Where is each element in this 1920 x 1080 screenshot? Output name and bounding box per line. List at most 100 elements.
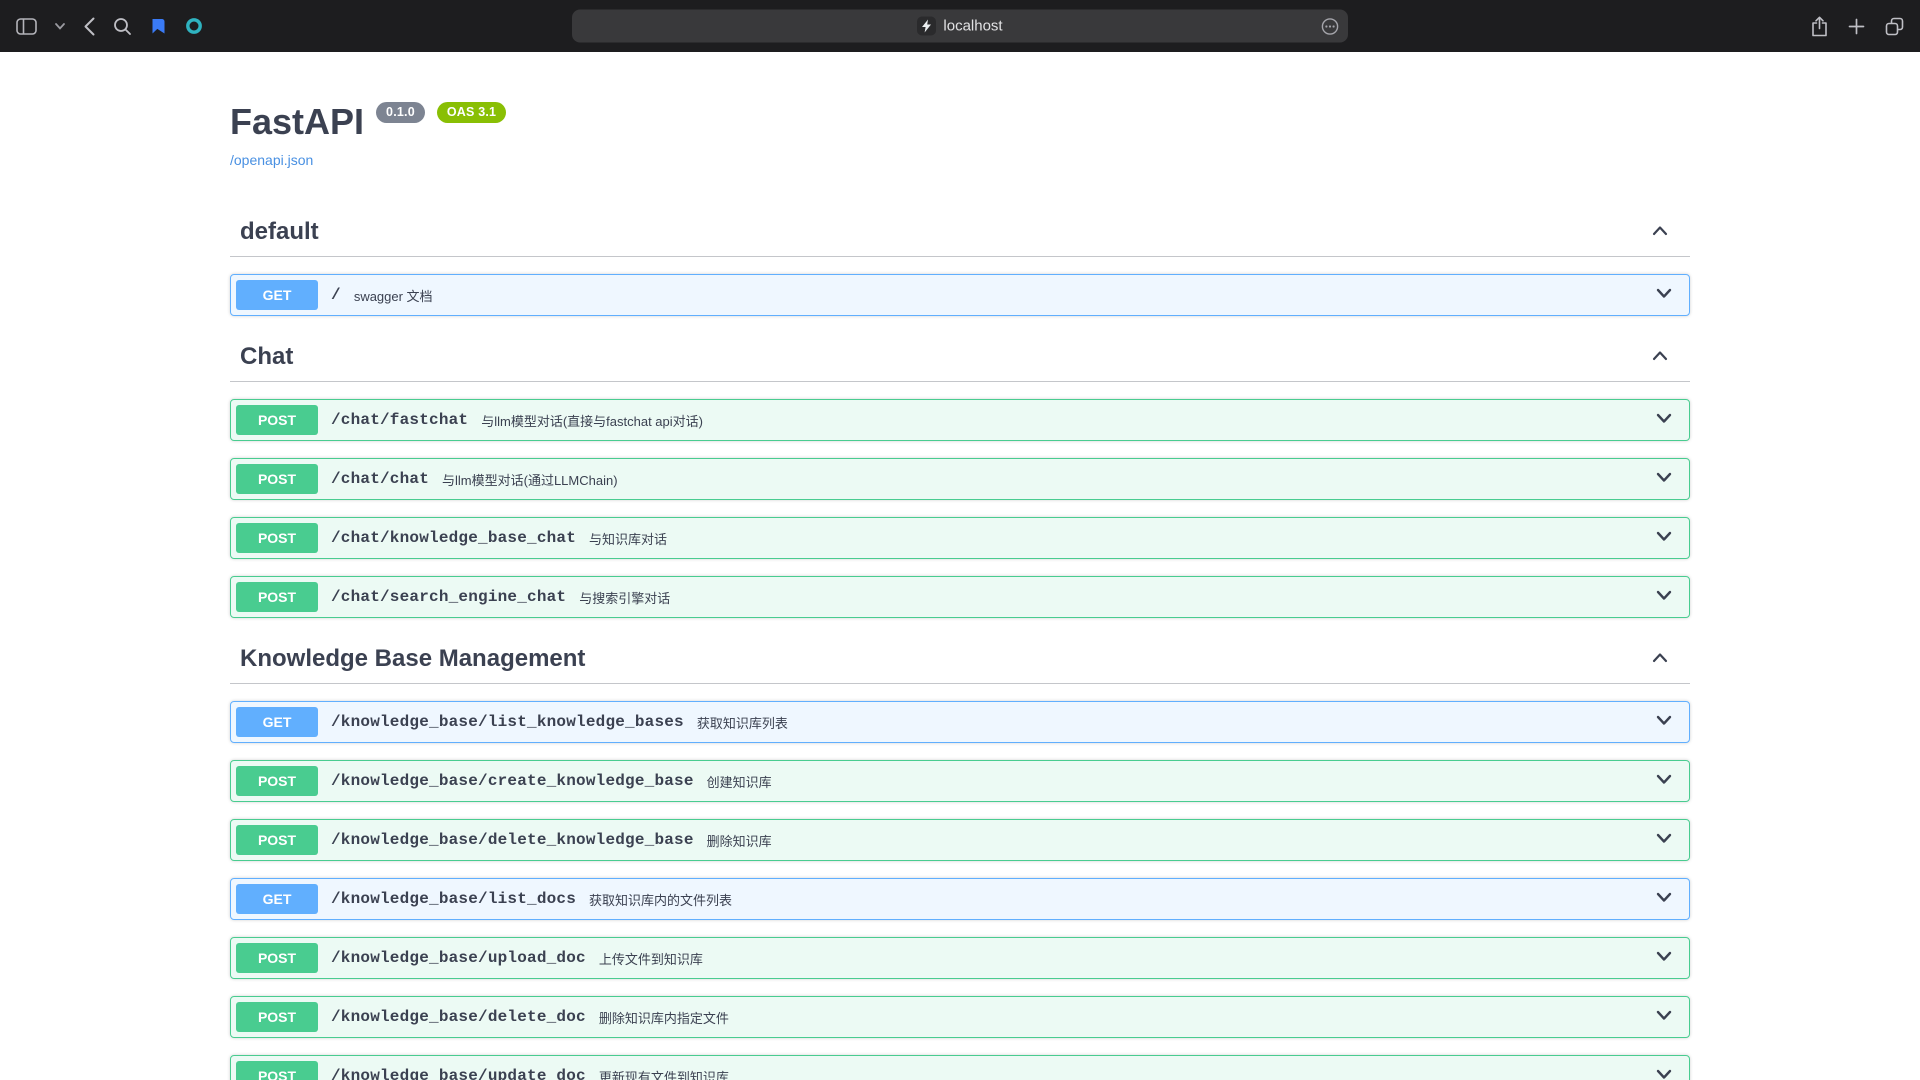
chevron-down-icon [1654,1064,1674,1080]
swagger-ui: FastAPI 0.1.0 OAS 3.1 /openapi.json defa… [210,52,1710,1080]
endpoint-row[interactable]: POST /knowledge_base/create_knowledge_ba… [230,760,1690,802]
address-bar[interactable]: localhost [572,10,1348,43]
page-settings-icon[interactable] [1321,17,1339,35]
search-icon[interactable] [113,17,132,36]
endpoint-row[interactable]: POST /chat/knowledge_base_chat 与知识库对话 [230,517,1690,559]
version-badge: 0.1.0 [376,102,425,123]
endpoint-row[interactable]: GET /knowledge_base/list_knowledge_bases… [230,701,1690,743]
endpoint-summary: 获取知识库列表 [697,713,788,732]
endpoint-expand-button[interactable] [1654,946,1674,971]
section-endpoints: GET /knowledge_base/list_knowledge_bases… [230,701,1690,1080]
sidebar-toggle-icon[interactable] [16,18,37,35]
endpoint-row[interactable]: POST /chat/chat 与llm模型对话(通过LLMChain) [230,458,1690,500]
tag-section: default GET / swagger 文档 [230,208,1690,316]
endpoint-expand-button[interactable] [1654,283,1674,308]
toolbar-right-group [1811,0,1904,52]
extension-record-icon[interactable] [185,17,203,35]
method-badge: POST [236,405,318,435]
endpoint-summary: 获取知识库内的文件列表 [589,890,732,909]
endpoint-path: /knowledge_base/list_docs [331,890,576,908]
section-endpoints: GET / swagger 文档 [230,274,1690,316]
api-info: FastAPI 0.1.0 OAS 3.1 /openapi.json [230,52,1690,170]
method-badge: GET [236,280,318,310]
endpoint-row[interactable]: POST /knowledge_base/delete_doc 删除知识库内指定… [230,996,1690,1038]
endpoint-expand-button[interactable] [1654,408,1674,433]
chevron-down-icon [1654,946,1674,971]
openapi-spec-link[interactable]: /openapi.json [230,152,313,168]
method-badge: POST [236,523,318,553]
chevron-down-icon [1654,585,1674,610]
oas-badge: OAS 3.1 [437,102,506,123]
endpoint-summary: 与llm模型对话(直接与fastchat api对话) [481,411,703,430]
endpoint-path: /knowledge_base/create_knowledge_base [331,772,694,790]
endpoint-expand-button[interactable] [1654,1064,1674,1080]
chevron-up-icon [1650,346,1670,369]
method-badge: GET [236,884,318,914]
endpoint-row[interactable]: POST /knowledge_base/upload_doc 上传文件到知识库 [230,937,1690,979]
endpoint-expand-button[interactable] [1654,526,1674,551]
back-icon[interactable] [83,17,95,36]
endpoint-summary: swagger 文档 [354,286,433,305]
page-title: FastAPI 0.1.0 OAS 3.1 [230,100,1690,143]
site-favicon-icon [917,17,936,36]
endpoint-path: /knowledge_base/delete_doc [331,1008,586,1026]
sidebar-chevron-down-icon[interactable] [55,23,65,30]
endpoint-path: /knowledge_base/delete_knowledge_base [331,831,694,849]
endpoint-row[interactable]: POST /chat/search_engine_chat 与搜索引擎对话 [230,576,1690,618]
endpoint-expand-button[interactable] [1654,828,1674,853]
share-icon[interactable] [1811,16,1828,37]
tag-section-header[interactable]: Chat [230,333,1690,382]
section-collapse-button[interactable] [1650,346,1670,369]
tab-overview-icon[interactable] [1885,17,1904,36]
endpoint-expand-button[interactable] [1654,710,1674,735]
chevron-down-icon [1654,526,1674,551]
tag-section: Chat POST /chat/fastchat 与llm模型对话(直接与fas… [230,333,1690,618]
chevron-down-icon [1654,408,1674,433]
chevron-down-icon [1654,1005,1674,1030]
endpoint-row[interactable]: POST /knowledge_base/delete_knowledge_ba… [230,819,1690,861]
section-title: Chat [240,343,293,371]
method-badge: POST [236,464,318,494]
chevron-down-icon [1654,283,1674,308]
section-title: Knowledge Base Management [240,645,585,673]
method-badge: POST [236,766,318,796]
endpoint-row[interactable]: POST /chat/fastchat 与llm模型对话(直接与fastchat… [230,399,1690,441]
endpoint-row[interactable]: GET /knowledge_base/list_docs 获取知识库内的文件列… [230,878,1690,920]
endpoint-summary: 上传文件到知识库 [599,949,703,968]
endpoint-expand-button[interactable] [1654,769,1674,794]
toolbar-left-group [16,0,203,52]
endpoint-row[interactable]: POST /knowledge_base/update_doc 更新现有文件到知… [230,1055,1690,1080]
endpoint-summary: 与知识库对话 [589,529,667,548]
endpoint-expand-button[interactable] [1654,585,1674,610]
endpoint-path: /chat/search_engine_chat [331,588,566,606]
method-badge: POST [236,582,318,612]
section-collapse-button[interactable] [1650,221,1670,244]
api-title-text: FastAPI [230,100,364,143]
endpoint-summary: 更新现有文件到知识库 [599,1067,729,1080]
chevron-down-icon [1654,828,1674,853]
address-center: localhost [917,17,1002,36]
endpoint-path: /knowledge_base/update_doc [331,1067,586,1080]
new-tab-icon[interactable] [1848,18,1865,35]
endpoint-summary: 创建知识库 [707,772,772,791]
tag-section-header[interactable]: Knowledge Base Management [230,635,1690,684]
endpoint-path: /chat/fastchat [331,411,468,429]
chevron-up-icon [1650,648,1670,671]
endpoint-row[interactable]: GET / swagger 文档 [230,274,1690,316]
tag-section: Knowledge Base Management GET /knowledge… [230,635,1690,1080]
endpoint-expand-button[interactable] [1654,1005,1674,1030]
chevron-down-icon [1654,769,1674,794]
extension-bookmark-icon[interactable] [150,17,167,35]
endpoint-path: /knowledge_base/list_knowledge_bases [331,713,684,731]
endpoint-expand-button[interactable] [1654,887,1674,912]
section-endpoints: POST /chat/fastchat 与llm模型对话(直接与fastchat… [230,399,1690,618]
chevron-down-icon [1654,710,1674,735]
endpoint-expand-button[interactable] [1654,467,1674,492]
endpoint-summary: 与llm模型对话(通过LLMChain) [442,470,618,489]
tag-section-header[interactable]: default [230,208,1690,257]
endpoint-summary: 删除知识库 [707,831,772,850]
section-collapse-button[interactable] [1650,648,1670,671]
endpoint-summary: 与搜索引擎对话 [579,588,670,607]
endpoint-path: / [331,286,341,304]
method-badge: POST [236,825,318,855]
